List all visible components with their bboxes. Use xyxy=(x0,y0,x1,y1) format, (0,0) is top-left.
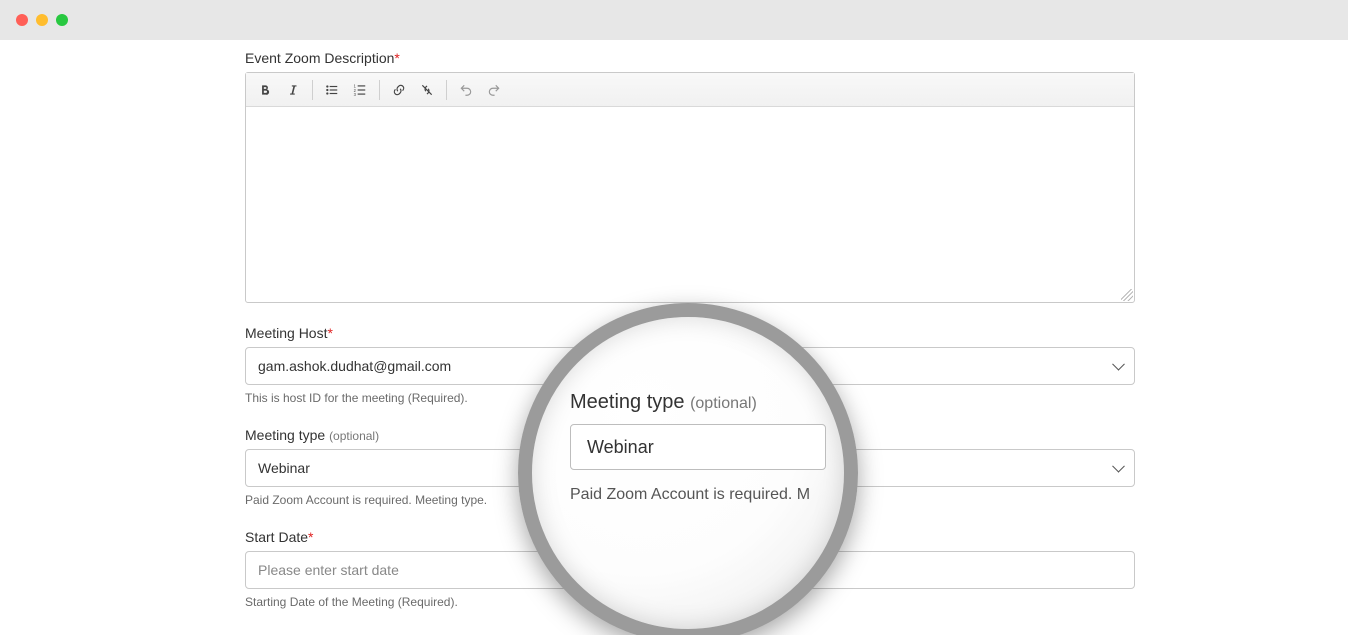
magnifier-help: Paid Zoom Account is required. M xyxy=(570,486,826,504)
window-titlebar xyxy=(0,0,1348,40)
redo-button[interactable] xyxy=(481,77,507,103)
magnifier-content: Meeting type (optional) Webinar Paid Zoo… xyxy=(532,317,844,629)
magnifier-label-text: Meeting type xyxy=(570,391,685,413)
required-mark: * xyxy=(308,529,313,545)
bullet-list-icon xyxy=(324,83,340,97)
magnifier-optional: (optional) xyxy=(690,395,757,412)
rte-textarea[interactable] xyxy=(246,107,1134,302)
numbered-list-button[interactable]: 123 xyxy=(347,77,373,103)
start-date-label-text: Start Date xyxy=(245,529,308,545)
description-label-text: Event Zoom Description xyxy=(245,50,394,66)
bold-button[interactable] xyxy=(252,77,278,103)
toolbar-separator xyxy=(379,80,380,100)
italic-button[interactable] xyxy=(280,77,306,103)
meeting-host-label-text: Meeting Host xyxy=(245,325,327,341)
undo-icon xyxy=(458,83,474,97)
rich-text-editor: 123 xyxy=(245,72,1135,303)
toolbar-separator xyxy=(446,80,447,100)
italic-icon xyxy=(286,83,300,97)
link-button[interactable] xyxy=(386,77,412,103)
required-mark: * xyxy=(327,325,332,341)
numbered-list-icon: 123 xyxy=(352,83,368,97)
resize-handle-icon[interactable] xyxy=(1121,289,1133,301)
meeting-type-label-text: Meeting type xyxy=(245,427,325,443)
unlink-icon xyxy=(419,83,435,97)
rte-toolbar: 123 xyxy=(246,73,1134,107)
window-zoom-dot[interactable] xyxy=(56,14,68,26)
magnifier-overlay: Meeting type (optional) Webinar Paid Zoo… xyxy=(518,303,858,635)
magnifier-select: Webinar xyxy=(570,424,826,470)
link-icon xyxy=(391,83,407,97)
toolbar-separator xyxy=(312,80,313,100)
description-label: Event Zoom Description* xyxy=(245,50,1135,66)
undo-button[interactable] xyxy=(453,77,479,103)
meeting-type-optional: (optional) xyxy=(329,429,379,443)
window-minimize-dot[interactable] xyxy=(36,14,48,26)
redo-icon xyxy=(486,83,502,97)
magnifier-label: Meeting type (optional) xyxy=(570,391,826,414)
unlink-button[interactable] xyxy=(414,77,440,103)
window-close-dot[interactable] xyxy=(16,14,28,26)
bold-icon xyxy=(258,83,272,97)
svg-text:3: 3 xyxy=(354,91,357,96)
required-mark: * xyxy=(394,50,399,66)
bullet-list-button[interactable] xyxy=(319,77,345,103)
field-description: Event Zoom Description* 123 xyxy=(245,50,1135,303)
magnifier-select-value: Webinar xyxy=(587,437,654,458)
